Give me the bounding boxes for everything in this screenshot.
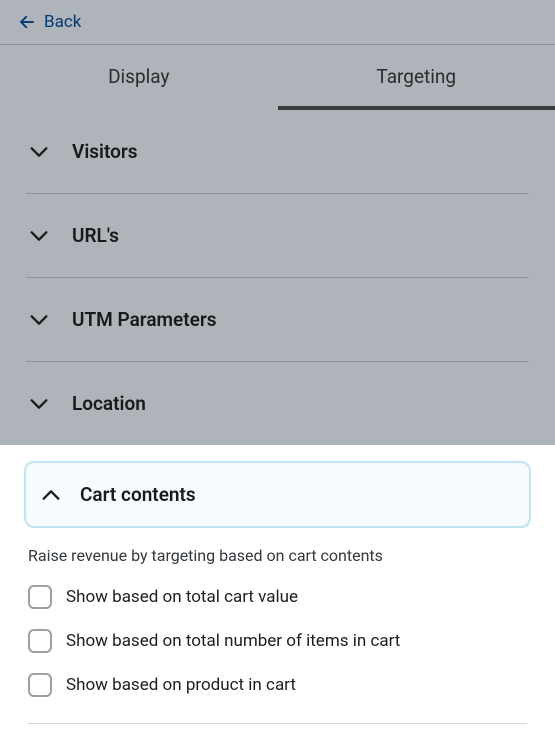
- chevron-up-icon: [40, 484, 62, 506]
- back-label: Back: [44, 12, 81, 32]
- chevron-down-icon: [28, 393, 50, 415]
- cart-help-text: Raise revenue by targeting based on cart…: [24, 528, 531, 585]
- option-label: Show based on total number of items in c…: [66, 631, 400, 651]
- accordion-title: URL's: [72, 224, 119, 247]
- accordion-urls[interactable]: URL's: [26, 194, 529, 278]
- divider: [28, 723, 527, 724]
- chevron-down-icon: [28, 309, 50, 331]
- accordion-title: Visitors: [72, 140, 138, 163]
- tab-targeting-label: Targeting: [376, 65, 456, 88]
- option-total-items[interactable]: Show based on total number of items in c…: [24, 629, 531, 673]
- accordion-location[interactable]: Location: [26, 362, 529, 445]
- option-product-in-cart[interactable]: Show based on product in cart: [24, 673, 531, 717]
- option-total-cart-value[interactable]: Show based on total cart value: [24, 585, 531, 629]
- accordion-visitors[interactable]: Visitors: [26, 110, 529, 194]
- option-label: Show based on product in cart: [66, 675, 296, 695]
- option-label: Show based on total cart value: [66, 587, 298, 607]
- tab-display[interactable]: Display: [0, 45, 278, 110]
- chevron-down-icon: [28, 141, 50, 163]
- tab-targeting[interactable]: Targeting: [278, 45, 555, 110]
- arrow-left-icon: [18, 13, 36, 31]
- accordion-title: Cart contents: [80, 483, 196, 506]
- chevron-down-icon: [28, 225, 50, 247]
- accordion-cart-contents[interactable]: Cart contents: [24, 461, 531, 528]
- tabs: Display Targeting: [0, 44, 555, 110]
- accordion-title: Location: [72, 392, 146, 415]
- accordion-title: UTM Parameters: [72, 308, 216, 331]
- checkbox[interactable]: [28, 673, 52, 697]
- back-button[interactable]: Back: [0, 0, 555, 44]
- accordion-utm[interactable]: UTM Parameters: [26, 278, 529, 362]
- checkbox[interactable]: [28, 629, 52, 653]
- checkbox[interactable]: [28, 585, 52, 609]
- tab-display-label: Display: [108, 65, 169, 88]
